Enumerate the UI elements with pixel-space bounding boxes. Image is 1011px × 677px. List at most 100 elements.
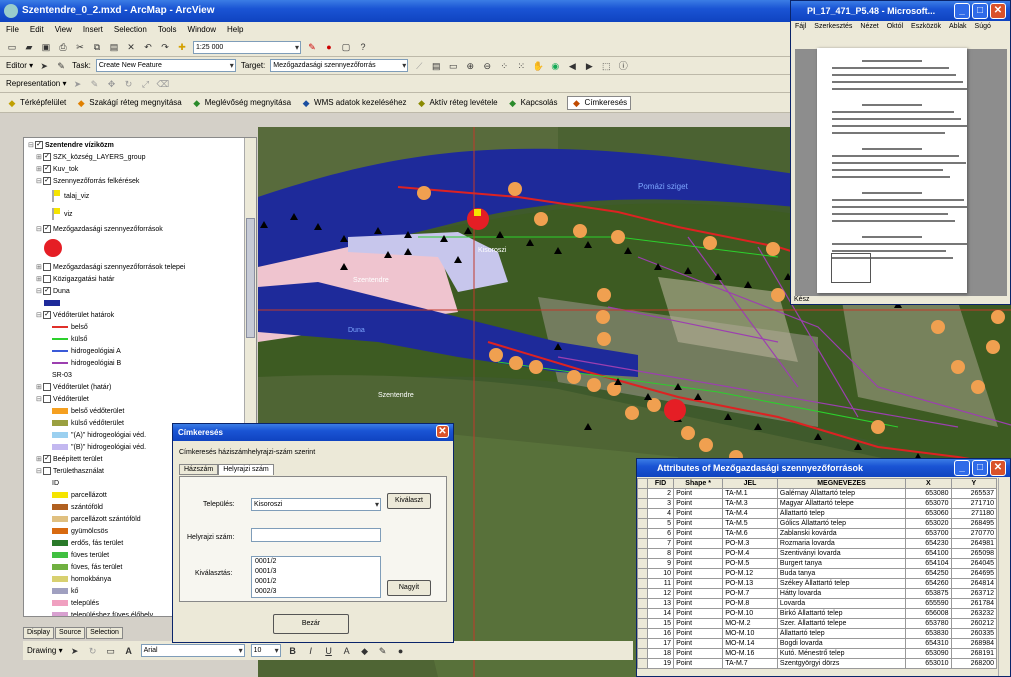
- orange-point[interactable]: [647, 398, 661, 412]
- menu-insert[interactable]: Insert: [83, 22, 103, 38]
- word-menu-item[interactable]: Súgó: [975, 23, 991, 30]
- expander-icon[interactable]: ⊟: [36, 176, 43, 188]
- row-selector[interactable]: [637, 528, 648, 539]
- font-color-icon[interactable]: A: [341, 645, 353, 657]
- layer-checkbox[interactable]: ✓: [43, 311, 51, 320]
- toc-layer[interactable]: gyümölcsös: [52, 526, 108, 538]
- toc-layer[interactable]: külső: [52, 334, 87, 346]
- pan-icon[interactable]: ✋: [532, 60, 544, 72]
- sketch-tool-icon[interactable]: ✎: [55, 60, 67, 72]
- table-row[interactable]: 4 Point TA-M.4 Állattartó telep 653060 271180: [637, 508, 997, 519]
- settlement-select[interactable]: Kisoroszi: [251, 498, 381, 511]
- expander-icon[interactable]: ⊞: [36, 152, 43, 164]
- row-selector[interactable]: [637, 588, 648, 599]
- layer-checkbox[interactable]: ✓: [43, 225, 51, 234]
- orange-point[interactable]: [681, 426, 695, 440]
- toc-layer[interactable]: ⊞ Védőterület (határ): [36, 382, 111, 394]
- toc-layer[interactable]: ⊟ ✓ Duna: [36, 286, 70, 298]
- drawing-menu[interactable]: Drawing ▾: [27, 646, 63, 655]
- orange-point[interactable]: [508, 182, 522, 196]
- sketch-properties-icon[interactable]: ▭: [447, 60, 459, 72]
- column-header[interactable]: Y: [950, 478, 997, 489]
- toc-layer[interactable]: ⊞ ✓ Beépített terület: [36, 454, 102, 466]
- rep-select-icon[interactable]: ➤: [72, 78, 84, 90]
- delete-icon[interactable]: ✕: [125, 41, 137, 53]
- custom-tool-6[interactable]: ◆ Kapcsolás: [507, 97, 557, 109]
- fixed-zoom-in-icon[interactable]: ⁘: [498, 60, 510, 72]
- table-row[interactable]: 3 Point TA-M.3 Magyar Állattartó telepe 6530…: [637, 498, 997, 509]
- orange-point[interactable]: [951, 360, 965, 374]
- toc-layer[interactable]: ⊞ Közigazgatási határ: [36, 274, 114, 286]
- new-icon[interactable]: ▭: [6, 41, 18, 53]
- expander-icon[interactable]: ⊞: [36, 454, 43, 466]
- toc-layer[interactable]: erdős, fás terület: [52, 538, 123, 550]
- copy-icon[interactable]: ⧉: [91, 41, 103, 53]
- expander-icon[interactable]: ⊞: [36, 382, 43, 394]
- word-menu-item[interactable]: Eszközök: [911, 23, 941, 30]
- table-row[interactable]: 16 Point MO-M.10 Állattartó telep 653830 2603…: [637, 628, 997, 639]
- expander-icon[interactable]: ⊞: [36, 262, 43, 274]
- layer-checkbox[interactable]: ✓: [43, 287, 51, 296]
- orange-point[interactable]: [771, 288, 785, 302]
- zoom-out-icon[interactable]: ⊖: [481, 60, 493, 72]
- orange-point[interactable]: [567, 370, 581, 384]
- orange-point[interactable]: [991, 310, 1005, 324]
- orange-point[interactable]: [611, 230, 625, 244]
- tab-source[interactable]: Source: [54, 627, 86, 639]
- underline-icon[interactable]: U: [323, 645, 335, 657]
- lot-item[interactable]: 0001/2: [255, 577, 380, 587]
- expander-icon[interactable]: ⊞: [36, 274, 43, 286]
- word-menu-item[interactable]: Nézet: [860, 23, 878, 30]
- toc-layer[interactable]: szántóföld: [52, 502, 103, 514]
- table-row[interactable]: 2 Point TA-M.1 Galérnay Állattartó telep 653…: [637, 488, 997, 499]
- toc-layer[interactable]: parcellázott szántóföld: [52, 514, 141, 526]
- toc-layer[interactable]: ⊞ ✓ SZK_község_LAYERS_group: [36, 152, 145, 164]
- table-row[interactable]: 15 Point MO-M.2 Szer. Állattartó telepe 6537…: [637, 618, 997, 629]
- redo-icon[interactable]: ↷: [159, 41, 171, 53]
- back-icon[interactable]: ◀: [566, 60, 578, 72]
- fixed-zoom-out-icon[interactable]: ⁙: [515, 60, 527, 72]
- toc-layer[interactable]: belső: [52, 322, 88, 334]
- table-row[interactable]: 5 Point TA-M.5 Gólics Állattartó telep 65302…: [637, 518, 997, 529]
- select-features-icon[interactable]: ⬚: [600, 60, 612, 72]
- expander-icon[interactable]: ⊟: [36, 286, 43, 298]
- close-button[interactable]: Bezár: [273, 614, 349, 634]
- forward-icon[interactable]: ▶: [583, 60, 595, 72]
- table-row[interactable]: 8 Point PO-M.4 Szentiványi lovarda 654100 265…: [637, 548, 997, 559]
- toc-layer[interactable]: [44, 298, 63, 310]
- row-selector[interactable]: [637, 638, 648, 649]
- toc-layer[interactable]: talaj_viz: [52, 188, 89, 206]
- orange-point[interactable]: [766, 242, 780, 256]
- menu-tools[interactable]: Tools: [158, 22, 177, 38]
- row-selector[interactable]: [637, 608, 648, 619]
- toc-layer[interactable]: SR-03: [52, 370, 72, 382]
- orange-point[interactable]: [573, 224, 587, 238]
- table-row[interactable]: 6 Point TA-M.6 Zablanski kovárda 653700 27077…: [637, 528, 997, 539]
- tab-selection[interactable]: Selection: [86, 627, 123, 639]
- row-selector[interactable]: [637, 628, 648, 639]
- word-minimize-icon[interactable]: _: [954, 3, 970, 19]
- full-extent-icon[interactable]: ◉: [549, 60, 561, 72]
- cut-icon[interactable]: ✂: [74, 41, 86, 53]
- font-select[interactable]: Arial: [140, 644, 245, 657]
- word-maximize-icon[interactable]: □: [972, 3, 988, 19]
- menu-help[interactable]: Help: [227, 22, 243, 38]
- bold-icon[interactable]: B: [287, 645, 299, 657]
- orange-point[interactable]: [986, 340, 1000, 354]
- toc-layer[interactable]: külső védőterület: [52, 418, 124, 430]
- select-button[interactable]: Kiválaszt: [387, 493, 431, 509]
- toc-layer[interactable]: ID: [52, 478, 59, 490]
- expander-icon[interactable]: ⊟: [28, 140, 35, 152]
- parcel-input[interactable]: [251, 528, 381, 542]
- column-header[interactable]: MEGNEVEZES: [776, 478, 907, 489]
- lot-item[interactable]: 0002/3: [255, 587, 380, 597]
- menu-view[interactable]: View: [55, 22, 72, 38]
- target-select[interactable]: Mezőgazdasági szennyezőforrás: [270, 59, 409, 72]
- menu-window[interactable]: Window: [188, 22, 216, 38]
- scale-select[interactable]: 1:25 000: [193, 40, 301, 54]
- custom-tool-1[interactable]: ◆ Térképfelület: [6, 97, 67, 109]
- tab-parcel-number[interactable]: Helyrajzi szám: [218, 464, 274, 475]
- text-icon[interactable]: A: [123, 645, 135, 657]
- tab-house-number[interactable]: Házszám: [179, 464, 219, 475]
- orange-point[interactable]: [417, 186, 431, 200]
